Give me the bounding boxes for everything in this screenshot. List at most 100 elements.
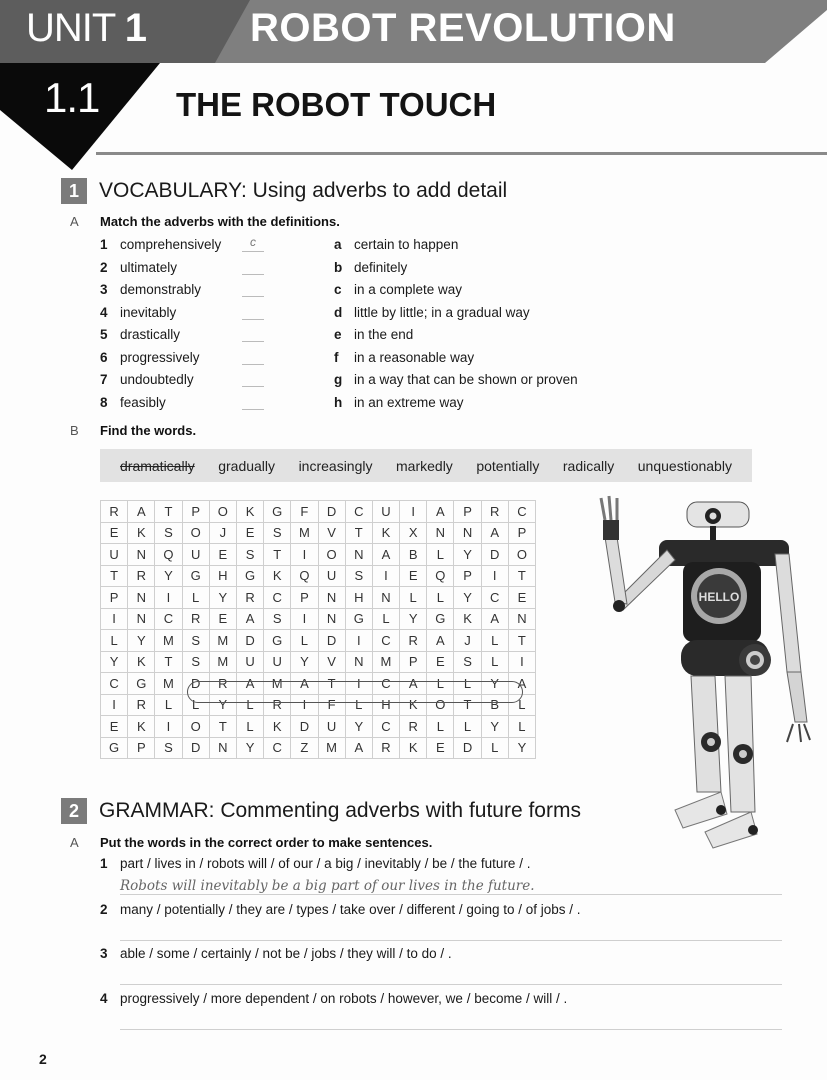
grid-cell[interactable]: D bbox=[317, 629, 346, 652]
grid-cell[interactable]: Q bbox=[426, 564, 455, 587]
grid-cell[interactable]: Y bbox=[290, 650, 319, 673]
grid-cell[interactable]: E bbox=[426, 650, 455, 673]
grid-cell[interactable]: R bbox=[371, 736, 401, 759]
grid-cell[interactable]: N bbox=[127, 586, 156, 609]
grid-cell[interactable]: C bbox=[154, 607, 183, 630]
grid-cell[interactable]: U bbox=[263, 650, 292, 673]
grid-cell[interactable]: R bbox=[399, 715, 428, 738]
grid-cell[interactable]: K bbox=[263, 715, 292, 738]
grid-cell[interactable]: H bbox=[344, 586, 373, 609]
grid-cell[interactable]: L bbox=[99, 629, 129, 652]
grid-cell[interactable]: Y bbox=[480, 715, 509, 738]
grid-cell[interactable]: T bbox=[344, 521, 373, 544]
grid-cell[interactable]: Y bbox=[235, 736, 265, 759]
grid-cell[interactable]: R bbox=[99, 500, 129, 523]
grid-cell[interactable]: F bbox=[290, 500, 319, 523]
grid-cell[interactable]: D bbox=[480, 543, 509, 566]
answer-blank[interactable]: c bbox=[242, 234, 264, 252]
sentence-answer[interactable]: Robots will inevitably be a big part of … bbox=[120, 878, 535, 894]
grid-cell[interactable]: R bbox=[127, 693, 156, 716]
grid-cell[interactable]: I bbox=[99, 607, 129, 630]
grid-cell[interactable]: S bbox=[344, 564, 373, 587]
grid-cell[interactable]: Y bbox=[127, 629, 156, 652]
grid-cell[interactable]: O bbox=[317, 543, 346, 566]
grid-cell[interactable]: E bbox=[399, 564, 428, 587]
grid-cell[interactable]: K bbox=[127, 715, 156, 738]
grid-cell[interactable]: N bbox=[317, 607, 346, 630]
grid-cell[interactable]: G bbox=[263, 629, 292, 652]
grid-cell[interactable]: O bbox=[208, 500, 237, 523]
grid-cell[interactable]: O bbox=[507, 543, 537, 566]
grid-cell[interactable]: I bbox=[154, 586, 183, 609]
grid-cell[interactable]: T bbox=[154, 500, 183, 523]
grid-cell[interactable]: Z bbox=[290, 736, 319, 759]
grid-cell[interactable]: N bbox=[371, 586, 401, 609]
grid-cell[interactable]: L bbox=[426, 586, 455, 609]
grid-cell[interactable]: B bbox=[399, 543, 428, 566]
grid-cell[interactable]: Q bbox=[290, 564, 319, 587]
grid-cell[interactable]: M bbox=[154, 672, 183, 695]
grid-cell[interactable]: K bbox=[453, 607, 482, 630]
grid-cell[interactable]: U bbox=[181, 543, 210, 566]
grid-cell[interactable]: M bbox=[290, 521, 319, 544]
grid-cell[interactable]: N bbox=[426, 521, 455, 544]
grid-cell[interactable]: K bbox=[371, 521, 401, 544]
grid-cell[interactable]: G bbox=[344, 607, 373, 630]
grid-cell[interactable]: G bbox=[426, 607, 455, 630]
grid-cell[interactable]: U bbox=[371, 500, 401, 523]
grid-cell[interactable]: N bbox=[127, 607, 156, 630]
grid-cell[interactable]: E bbox=[99, 715, 129, 738]
grid-cell[interactable]: O bbox=[181, 521, 210, 544]
grid-cell[interactable]: C bbox=[507, 500, 537, 523]
grid-cell[interactable]: Y bbox=[399, 607, 428, 630]
grid-cell[interactable]: H bbox=[208, 564, 237, 587]
grid-cell[interactable]: L bbox=[480, 629, 509, 652]
grid-cell[interactable]: N bbox=[344, 543, 373, 566]
grid-cell[interactable]: Y bbox=[507, 736, 537, 759]
grid-cell[interactable]: N bbox=[507, 607, 537, 630]
grid-cell[interactable]: L bbox=[399, 586, 428, 609]
grid-cell[interactable]: P bbox=[99, 586, 129, 609]
grid-cell[interactable]: R bbox=[127, 564, 156, 587]
grid-cell[interactable]: K bbox=[127, 650, 156, 673]
grid-cell[interactable]: P bbox=[507, 521, 537, 544]
grid-cell[interactable]: U bbox=[235, 650, 265, 673]
grid-cell[interactable]: G bbox=[235, 564, 265, 587]
grid-cell[interactable]: Y bbox=[154, 564, 183, 587]
grid-cell[interactable]: C bbox=[371, 629, 401, 652]
grid-cell[interactable]: K bbox=[399, 736, 428, 759]
grid-cell[interactable]: J bbox=[208, 521, 237, 544]
grid-cell[interactable]: I bbox=[399, 500, 428, 523]
grid-cell[interactable]: E bbox=[507, 586, 537, 609]
grid-cell[interactable]: E bbox=[208, 543, 237, 566]
grid-cell[interactable]: G bbox=[181, 564, 210, 587]
answer-blank[interactable] bbox=[242, 279, 264, 297]
grid-cell[interactable]: K bbox=[127, 521, 156, 544]
grid-cell[interactable]: I bbox=[371, 564, 401, 587]
grid-cell[interactable]: L bbox=[480, 650, 509, 673]
grid-cell[interactable]: N bbox=[127, 543, 156, 566]
grid-cell[interactable]: L bbox=[235, 715, 265, 738]
grid-cell[interactable]: A bbox=[426, 500, 455, 523]
grid-cell[interactable]: P bbox=[181, 500, 210, 523]
grid-cell[interactable]: L bbox=[154, 693, 183, 716]
grid-cell[interactable]: N bbox=[208, 736, 237, 759]
grid-cell[interactable]: G bbox=[127, 672, 156, 695]
grid-cell[interactable]: Y bbox=[344, 715, 373, 738]
grid-cell[interactable]: L bbox=[426, 543, 455, 566]
grid-cell[interactable]: U bbox=[317, 564, 346, 587]
grid-cell[interactable]: E bbox=[426, 736, 455, 759]
grid-cell[interactable]: C bbox=[371, 715, 401, 738]
grid-cell[interactable]: L bbox=[290, 629, 319, 652]
grid-cell[interactable]: D bbox=[453, 736, 482, 759]
grid-cell[interactable]: Y bbox=[99, 650, 129, 673]
grid-cell[interactable]: S bbox=[235, 543, 265, 566]
grid-cell[interactable]: I bbox=[290, 543, 319, 566]
grid-cell[interactable]: C bbox=[263, 736, 292, 759]
grid-cell[interactable]: U bbox=[99, 543, 129, 566]
grid-cell[interactable]: I bbox=[99, 693, 129, 716]
grid-cell[interactable]: S bbox=[154, 736, 183, 759]
grid-cell[interactable]: C bbox=[344, 500, 373, 523]
grid-cell[interactable]: L bbox=[371, 607, 401, 630]
grid-cell[interactable]: T bbox=[507, 629, 537, 652]
